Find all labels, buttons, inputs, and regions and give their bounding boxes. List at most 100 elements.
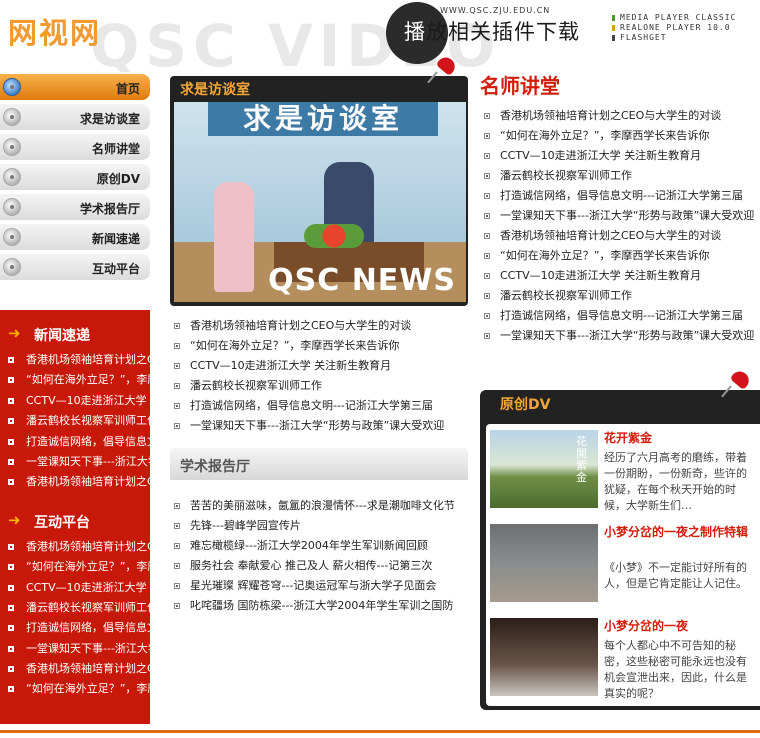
bullet-icon bbox=[8, 564, 14, 571]
nav-item-label: 互动平台 bbox=[91, 262, 140, 276]
nav-item-teacher[interactable]: 名师讲堂 bbox=[0, 134, 150, 160]
list-item-text: 香港机场领袖培育计划之CEO与大学生的对谈 bbox=[26, 539, 150, 553]
site-logo[interactable]: 网视网 bbox=[8, 10, 101, 52]
list-item[interactable]: 香港机场领袖培育计划之CEO与大学生的对谈 bbox=[6, 659, 150, 679]
dv-thumbnail[interactable]: 花開紫金 bbox=[490, 430, 598, 508]
list-item[interactable]: 苦苦的美丽滋味，氤氲的浪漫情怀---求是潮咖啡文化节 bbox=[170, 496, 462, 516]
bullet-icon bbox=[8, 438, 14, 445]
list-item[interactable]: “如何在海外立足？”，李摩西学长来告诉你 bbox=[6, 557, 150, 577]
photo-interviewer bbox=[214, 182, 254, 292]
list-item[interactable]: 香港机场领袖培育计划之CEO与大学生的对谈 bbox=[6, 537, 150, 557]
bullet-icon bbox=[174, 563, 180, 569]
interact-section-title[interactable]: 互动平台 bbox=[34, 512, 90, 532]
news-section-header: ➜ 新闻速递 bbox=[0, 316, 150, 350]
interview-title[interactable]: 求是访谈室 bbox=[180, 79, 250, 99]
list-item-text: 一堂课知天下事---浙江大学“形势与政策”课大受欢迎 bbox=[500, 209, 755, 222]
dv-thumbnail[interactable] bbox=[490, 618, 598, 696]
list-item[interactable]: 潘云鹤校长视察军训师工作 bbox=[6, 598, 150, 618]
disc-icon bbox=[3, 78, 21, 96]
list-item[interactable]: 香港机场领袖培育计划之CEO与大学生的对谈 bbox=[6, 472, 150, 492]
list-item[interactable]: 潘云鹤校长视察军训师工作 bbox=[6, 411, 150, 431]
dv-card-title[interactable]: 小梦分岔的一夜之制作特辑 bbox=[604, 524, 756, 540]
list-item[interactable]: CCTV—10走进浙江大学 关注新生教育月 bbox=[170, 356, 462, 376]
dv-card[interactable]: 花開紫金 花开紫金 经历了六月高考的磨练，带着一份期盼，一份新奇，些许的犹疑，在… bbox=[486, 426, 760, 516]
original-dv-title[interactable]: 原创DV bbox=[500, 394, 550, 414]
list-item[interactable]: 星光璀璨 辉耀苍穹---记奥运冠军与浙大学子见面会 bbox=[170, 576, 462, 596]
list-item[interactable]: 一堂课知天下事---浙江大学“形势与政策”课大受欢迎 bbox=[170, 416, 462, 436]
original-dv-list: 花開紫金 花开紫金 经历了六月高考的磨练，带着一份期盼，一份新奇，些许的犹疑，在… bbox=[486, 424, 760, 706]
bullet-icon bbox=[174, 323, 180, 329]
list-item[interactable]: 打造诚信网络，倡导信息文明---记浙江大学第三届 bbox=[6, 432, 150, 452]
interview-list: 香港机场领袖培育计划之CEO与大学生的对谈 “如何在海外立足？”，李摩西学长来告… bbox=[170, 316, 462, 436]
teacher-section-title[interactable]: 名师讲堂 bbox=[480, 70, 560, 99]
list-item-text: 难忘橄榄绿---浙江大学2004年学生军训新闻回顾 bbox=[190, 539, 428, 552]
list-item[interactable]: “如何在海外立足？”，李摩西学长来告诉你 bbox=[480, 246, 760, 266]
list-item[interactable]: 潘云鹤校长视察军训师工作 bbox=[170, 376, 462, 396]
nav-item-news[interactable]: 新闻速递 bbox=[0, 224, 150, 250]
interview-photo[interactable]: 求是访谈室 QSC NEWS bbox=[174, 102, 466, 302]
list-item[interactable]: 打造诚信网络，倡导信息文明---记浙江大学第三届 bbox=[6, 618, 150, 638]
list-item-text: 香港机场领袖培育计划之CEO与大学生的对谈 bbox=[26, 475, 150, 489]
bullet-icon bbox=[174, 383, 180, 389]
list-item[interactable]: “如何在海外立足？”，李摩西学长来告诉你 bbox=[480, 126, 760, 146]
list-item[interactable]: 打造诚信网络，倡导信息文明---记浙江大学第三届 bbox=[480, 186, 760, 206]
list-item[interactable]: 叱咤疆场 国防栋梁---浙江大学2004年学生军训之国防 bbox=[170, 596, 462, 616]
bullet-icon bbox=[174, 583, 180, 589]
dv-card[interactable]: 小梦分岔的一夜 每个人都心中不可告知的秘密，这些秘密可能永远也没有机会宣泄出来，… bbox=[486, 614, 760, 704]
report-section-title[interactable]: 学术报告厅 bbox=[180, 456, 250, 476]
list-item[interactable]: “如何在海外立足？”，李摩西学长来告诉你 bbox=[170, 336, 462, 356]
bullet-icon bbox=[174, 343, 180, 349]
list-item[interactable]: 潘云鹤校长视察军训师工作 bbox=[480, 286, 760, 306]
list-item[interactable]: 一堂课知天下事---浙江大学“形势与政策”课大受 bbox=[6, 639, 150, 659]
list-item[interactable]: 香港机场领袖培育计划之CEO与大学生的对谈 bbox=[480, 106, 760, 126]
player-link-mpc[interactable]: MEDIA PLAYER CLASSIC bbox=[612, 13, 736, 23]
list-item[interactable]: 香港机场领袖培育计划之CEO与大学生的对谈 bbox=[170, 316, 462, 336]
nav-item-report[interactable]: 学术报告厅 bbox=[0, 194, 150, 220]
disc-icon bbox=[3, 138, 21, 156]
list-item[interactable]: 打造诚信网络，倡导信息文明---记浙江大学第三届 bbox=[170, 396, 462, 416]
interact-list: 香港机场领袖培育计划之CEO与大学生的对谈 “如何在海外立足？”，李摩西学长来告… bbox=[0, 537, 150, 700]
list-item[interactable]: 香港机场领袖培育计划之CEO与大学生的对谈 bbox=[6, 350, 150, 370]
bullet-icon bbox=[484, 153, 490, 159]
list-item[interactable]: “如何在海外立足？”，李摩西学长来告诉你 bbox=[6, 370, 150, 390]
list-item[interactable]: 先锋---碧峰学园宣传片 bbox=[170, 516, 462, 536]
bullet-icon bbox=[8, 666, 14, 673]
plugin-download-text: 放相关插件下载 bbox=[426, 20, 580, 44]
photo-flowers bbox=[304, 224, 364, 248]
dv-card[interactable]: 小梦分岔的一夜之制作特辑 《小梦》不一定能讨好所有的人，但是它肯定能让人记住。 bbox=[486, 520, 760, 610]
list-item[interactable]: CCTV—10走进浙江大学 关注新生教育月 bbox=[480, 146, 760, 166]
list-item[interactable]: 服务社会 奉献爱心 推己及人 薪火相传---记第三次 bbox=[170, 556, 462, 576]
bullet-icon bbox=[8, 418, 14, 425]
disc-icon bbox=[3, 108, 21, 126]
site-url[interactable]: WWW.QSC.ZJU.EDU.CN bbox=[440, 6, 550, 15]
list-item[interactable]: 潘云鹤校长视察军训师工作 bbox=[480, 166, 760, 186]
bullet-icon bbox=[484, 133, 490, 139]
list-item-text: 香港机场领袖培育计划之CEO与大学生的对谈 bbox=[190, 319, 412, 332]
bullet-icon bbox=[174, 543, 180, 549]
list-item[interactable]: 一堂课知天下事---浙江大学“形势与政策”课大受欢迎 bbox=[480, 206, 760, 226]
player-link-realone[interactable]: REALONE PLAYER 10.0 bbox=[612, 23, 736, 33]
bullet-icon bbox=[484, 173, 490, 179]
list-item[interactable]: “如何在海外立足？”，李摩西学长来告诉你 bbox=[6, 679, 150, 699]
list-item[interactable]: CCTV—10走进浙江大学 关注新生教育月 bbox=[480, 266, 760, 286]
nav-item-original-dv[interactable]: 原创DV bbox=[0, 164, 150, 190]
list-item[interactable]: 打造诚信网络，倡导信息文明---记浙江大学第三届 bbox=[480, 306, 760, 326]
list-item-text: 先锋---碧峰学园宣传片 bbox=[190, 519, 301, 532]
list-item[interactable]: 一堂课知天下事---浙江大学“形势与政策”课大受欢迎 bbox=[480, 326, 760, 346]
list-item[interactable]: CCTV—10走进浙江大学 关注新生教育月 bbox=[6, 391, 150, 411]
nav-item-interview[interactable]: 求是访谈室 bbox=[0, 104, 150, 130]
dv-card-desc: 经历了六月高考的磨练，带着一份期盼，一份新奇，些许的犹疑，在每个秋天开始的时候，… bbox=[604, 451, 747, 512]
news-section-title[interactable]: 新闻速递 bbox=[34, 325, 90, 345]
plugin-download-link[interactable]: 播放相关插件下载 bbox=[404, 16, 580, 46]
list-item-text: “如何在海外立足？”，李摩西学长来告诉你 bbox=[500, 249, 710, 262]
list-item[interactable]: 一堂课知天下事---浙江大学“形势与政策”课大受 bbox=[6, 452, 150, 472]
dv-thumbnail[interactable] bbox=[490, 524, 598, 602]
nav-item-home[interactable]: 首页 bbox=[0, 74, 150, 100]
dv-card-title[interactable]: 小梦分岔的一夜 bbox=[604, 618, 756, 634]
list-item[interactable]: CCTV—10走进浙江大学 关注新生教育月 bbox=[6, 578, 150, 598]
list-item[interactable]: 难忘橄榄绿---浙江大学2004年学生军训新闻回顾 bbox=[170, 536, 462, 556]
nav-item-interact[interactable]: 互动平台 bbox=[0, 254, 150, 280]
player-link-flashget[interactable]: FLASHGET bbox=[612, 33, 736, 43]
dv-card-title[interactable]: 花开紫金 bbox=[604, 430, 756, 446]
list-item[interactable]: 香港机场领袖培育计划之CEO与大学生的对谈 bbox=[480, 226, 760, 246]
